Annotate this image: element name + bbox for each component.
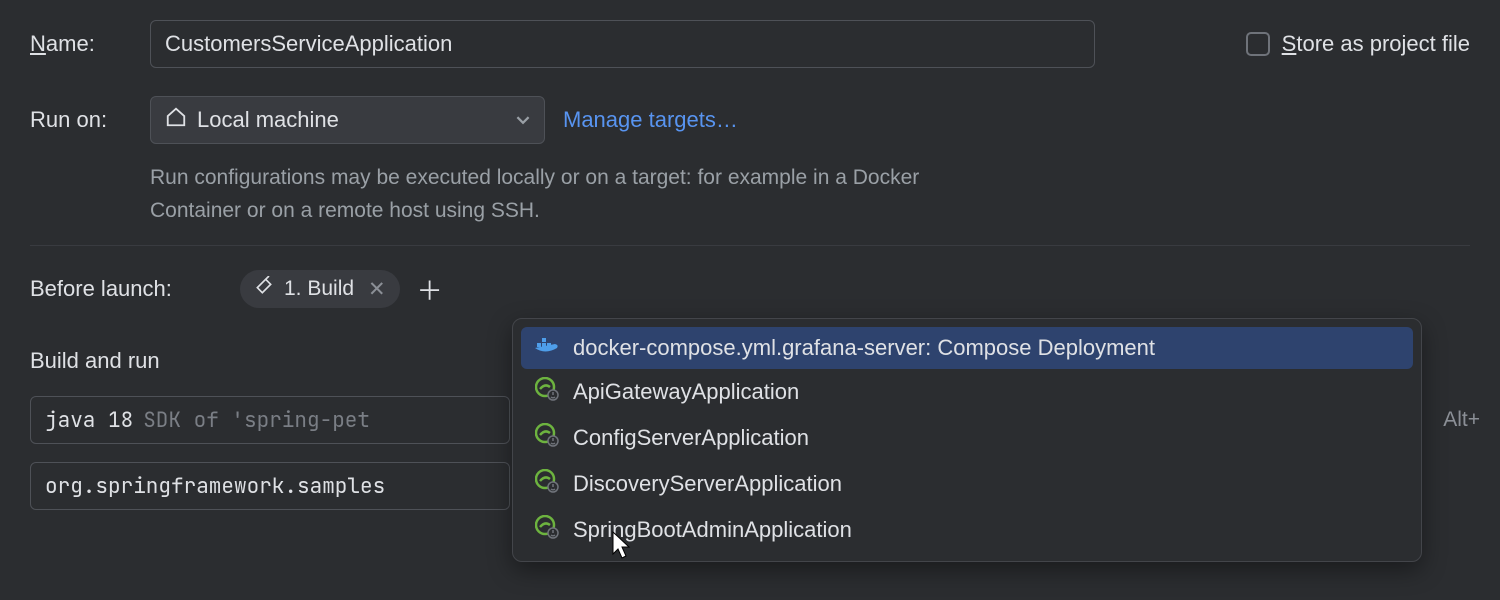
home-icon — [165, 106, 187, 134]
run-config-popup: docker-compose.yml.grafana-server: Compo… — [512, 318, 1422, 562]
jdk-value: java 18 — [45, 407, 133, 434]
name-label: Name: — [30, 31, 150, 57]
main-class-field[interactable]: org.springframework.samples — [30, 462, 510, 510]
popup-item[interactable]: docker-compose.yml.grafana-server: Compo… — [521, 327, 1413, 369]
popup-item[interactable]: ApiGatewayApplication — [521, 369, 1413, 415]
remove-task-icon[interactable]: ✕ — [368, 277, 386, 302]
run-on-dropdown[interactable]: Local machine — [150, 96, 545, 144]
manage-targets-link[interactable]: Manage targets… — [563, 107, 738, 133]
popup-item-label: ApiGatewayApplication — [573, 379, 799, 405]
popup-item-label: ConfigServerApplication — [573, 425, 809, 451]
add-task-button[interactable]: ＋ — [414, 273, 446, 305]
popup-item[interactable]: ConfigServerApplication — [521, 415, 1413, 461]
spring-run-icon — [535, 377, 559, 407]
spring-run-icon — [535, 423, 559, 453]
spring-run-icon — [535, 515, 559, 545]
run-on-label: Run on: — [30, 107, 150, 133]
docker-icon — [535, 335, 559, 361]
before-launch-label: Before launch: — [30, 276, 240, 302]
store-label: Store as project file — [1282, 31, 1470, 57]
shortcut-hint: Alt+ — [1443, 408, 1480, 432]
build-task-label: 1. Build — [284, 277, 354, 301]
run-on-hint: Run configurations may be executed local… — [150, 162, 970, 227]
build-task-chip[interactable]: 1. Build ✕ — [240, 270, 400, 308]
store-checkbox[interactable] — [1246, 32, 1270, 56]
hammer-icon — [254, 276, 274, 302]
jdk-dropdown[interactable]: java 18 SDK of 'spring-pet — [30, 396, 510, 444]
chevron-down-icon — [516, 107, 530, 133]
popup-item[interactable]: SpringBootAdminApplication — [521, 507, 1413, 553]
main-class-value: org.springframework.samples — [45, 473, 385, 500]
popup-item-label: DiscoveryServerApplication — [573, 471, 842, 497]
spring-run-icon — [535, 469, 559, 499]
run-on-value: Local machine — [197, 107, 339, 133]
divider — [30, 245, 1470, 246]
jdk-desc: SDK of 'spring-pet — [143, 407, 370, 434]
popup-item[interactable]: DiscoveryServerApplication — [521, 461, 1413, 507]
name-input[interactable]: CustomersServiceApplication — [150, 20, 1095, 68]
popup-item-label: SpringBootAdminApplication — [573, 517, 852, 543]
name-input-value: CustomersServiceApplication — [165, 31, 452, 57]
popup-item-label: docker-compose.yml.grafana-server: Compo… — [573, 335, 1155, 361]
